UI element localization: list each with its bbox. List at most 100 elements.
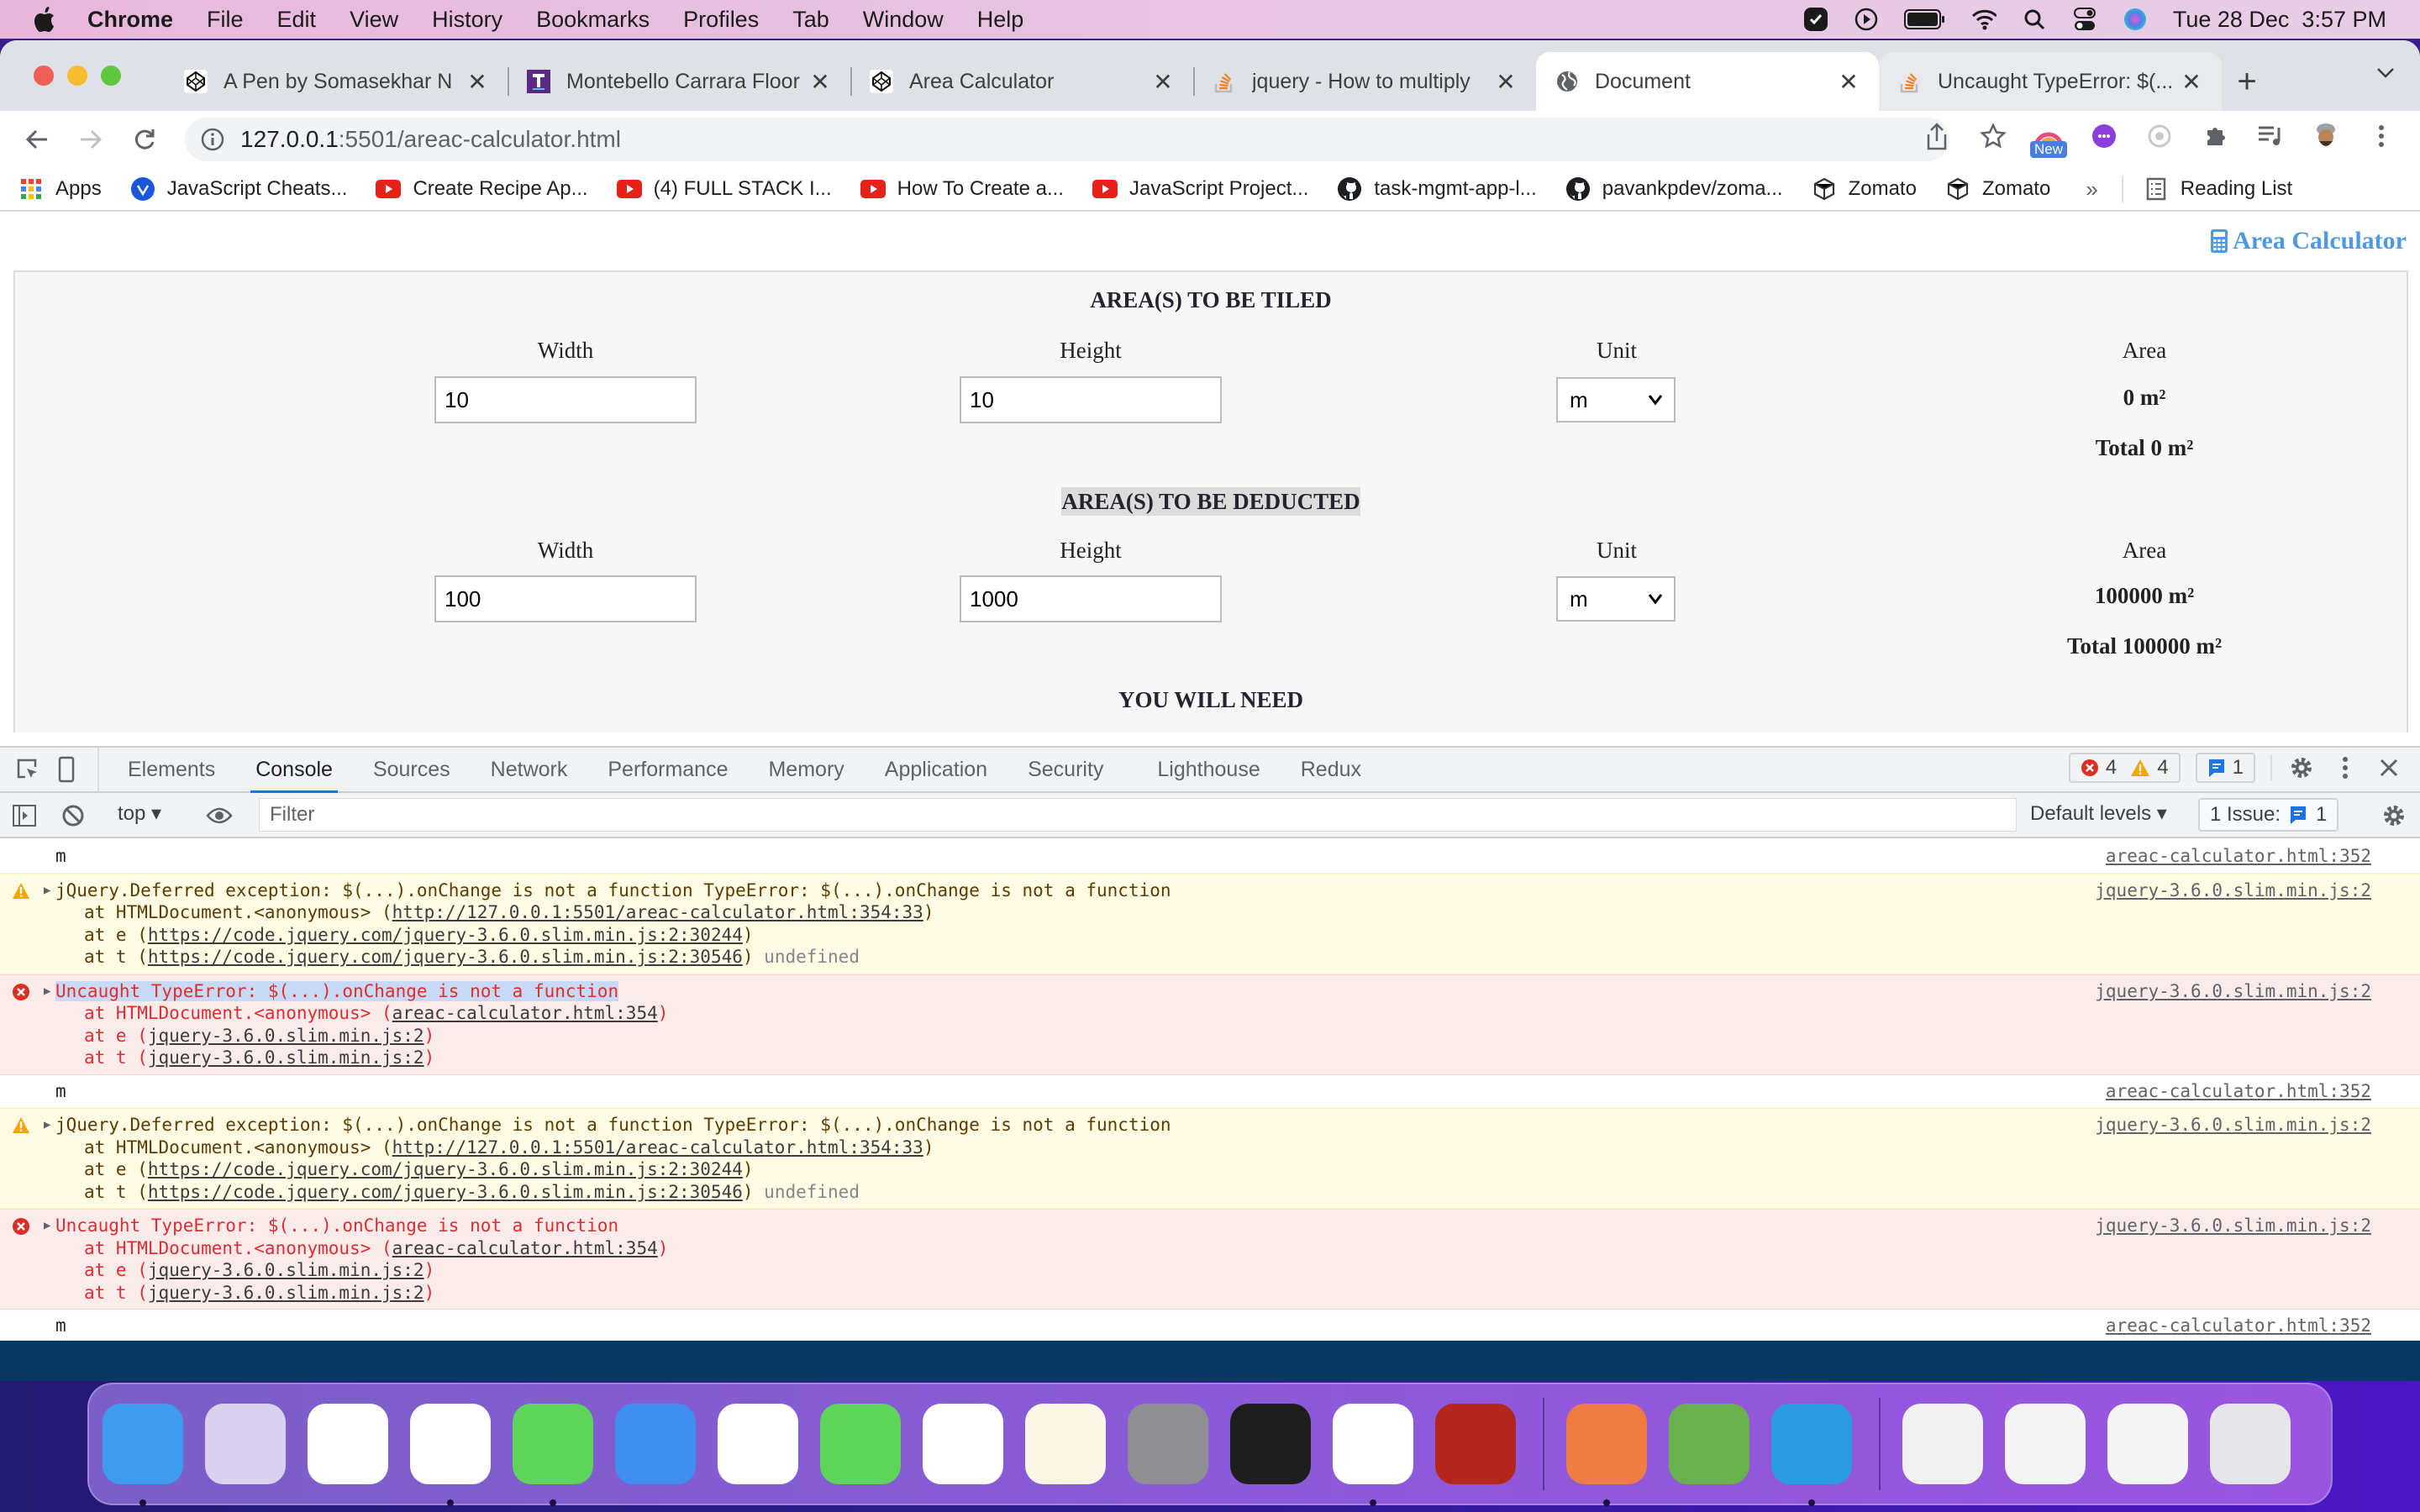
deducted-height-input[interactable]: 1000 bbox=[960, 575, 1222, 622]
stack-link[interactable]: jquery-3.6.0.slim.min.js:2 bbox=[148, 1283, 424, 1303]
bookmark-item[interactable]: pavankpdev/zoma... bbox=[1565, 176, 1783, 202]
source-link[interactable]: areac-calculator.html:352 bbox=[2106, 1080, 2371, 1103]
console-output[interactable]: m areac-calculator.html:352 ▶ jQuery.Deferr… bbox=[0, 840, 2420, 1381]
bookmark-item[interactable]: (4) FULL STACK I... bbox=[616, 176, 832, 202]
wifi-icon[interactable] bbox=[1971, 7, 1996, 32]
devtools-tab-lighthouse[interactable]: Lighthouse bbox=[1137, 747, 1280, 792]
bookmark-item[interactable]: JavaScript Project... bbox=[1092, 176, 1308, 202]
devtools-close-icon[interactable] bbox=[2375, 753, 2403, 782]
issues-counter[interactable]: 1 bbox=[2195, 753, 2255, 783]
stack-link[interactable]: https://code.jquery.com/jquery-3.6.0.sli… bbox=[148, 1182, 743, 1202]
brand-link[interactable]: Area Calculator bbox=[2211, 227, 2407, 255]
back-arrow-icon[interactable] bbox=[20, 123, 54, 156]
dock-launchpad-icon[interactable] bbox=[205, 1404, 286, 1484]
extension-ring-icon[interactable] bbox=[2144, 121, 2175, 151]
bookmark-item[interactable]: Zomato bbox=[1945, 176, 2050, 202]
extensions-puzzle-icon[interactable] bbox=[2200, 121, 2230, 151]
dock-chrome-icon[interactable] bbox=[410, 1404, 491, 1506]
tab-search-chevron-icon[interactable] bbox=[2376, 59, 2395, 85]
extension-rainbow-icon[interactable]: New bbox=[2030, 121, 2068, 158]
play-circle-icon[interactable] bbox=[1854, 7, 1879, 32]
browser-tab[interactable]: Area Calculator ✕ bbox=[850, 52, 1193, 111]
tab-close-icon[interactable]: ✕ bbox=[1494, 68, 1518, 96]
dock-robo-3t-icon[interactable] bbox=[1669, 1404, 1749, 1484]
tiled-unit-select[interactable]: m bbox=[1556, 377, 1676, 423]
stack-link[interactable]: https://code.jquery.com/jquery-3.6.0.sli… bbox=[148, 1159, 743, 1179]
menu-window[interactable]: Window bbox=[863, 7, 944, 33]
browser-tab[interactable]: Document ✕ bbox=[1536, 52, 1879, 111]
log-levels-dropdown[interactable]: Default levels ▾ bbox=[2030, 801, 2167, 826]
menu-help[interactable]: Help bbox=[977, 7, 1024, 33]
bookmark-star-icon[interactable] bbox=[1980, 123, 2007, 155]
browser-tab[interactable]: Montebello Carrara Floor ✕ bbox=[508, 52, 850, 111]
menu-history[interactable]: History bbox=[432, 7, 502, 33]
expand-triangle-icon[interactable]: ▶ bbox=[44, 879, 50, 902]
dock-vscode-icon[interactable] bbox=[1333, 1404, 1413, 1506]
menubar-clock[interactable]: Tue 28 Dec 3:57 PM bbox=[2173, 7, 2386, 33]
devtools-tab-application[interactable]: Application bbox=[865, 747, 1007, 792]
console-message-log[interactable]: m areac-calculator.html:352 bbox=[0, 1310, 2420, 1343]
bookmark-item[interactable]: How To Create a... bbox=[860, 176, 1064, 202]
dock-reminders-icon[interactable] bbox=[923, 1404, 1003, 1484]
bookmark-item[interactable]: task-mgmt-app-l... bbox=[1337, 176, 1537, 202]
dock-photos-icon[interactable] bbox=[718, 1404, 798, 1484]
stack-link[interactable]: areac-calculator.html:354 bbox=[392, 1003, 658, 1023]
zoom-window-button[interactable] bbox=[101, 66, 121, 86]
menu-view[interactable]: View bbox=[350, 7, 398, 33]
site-info-icon[interactable] bbox=[200, 127, 225, 152]
dock-system-preferences-icon[interactable] bbox=[1128, 1404, 1208, 1484]
source-link[interactable]: jquery-3.6.0.slim.min.js:2 bbox=[2095, 1215, 2371, 1237]
console-message-log[interactable]: m areac-calculator.html:352 bbox=[0, 1074, 2420, 1108]
profile-avatar[interactable] bbox=[2311, 121, 2341, 151]
source-link[interactable]: jquery-3.6.0.slim.min.js:2 bbox=[2095, 879, 2371, 902]
show-sidebar-icon[interactable] bbox=[10, 801, 39, 830]
issues-button[interactable]: 1 Issue: 1 bbox=[2198, 798, 2339, 832]
tiled-width-input[interactable]: 10 bbox=[434, 376, 697, 423]
bookmark-item[interactable]: JavaScript Cheats... bbox=[130, 176, 347, 202]
dock-terminal-icon[interactable] bbox=[1230, 1404, 1311, 1484]
source-link[interactable]: jquery-3.6.0.slim.min.js:2 bbox=[2095, 980, 2371, 1003]
context-selector[interactable]: top ▾ bbox=[118, 801, 161, 826]
browser-tab[interactable]: A Pen by Somasekhar N ✕ bbox=[165, 52, 508, 111]
dock-mail-icon[interactable] bbox=[615, 1404, 696, 1484]
devtools-tab-network[interactable]: Network bbox=[471, 747, 588, 792]
reading-list-button[interactable]: Reading List bbox=[2144, 176, 2292, 202]
inspect-element-icon[interactable] bbox=[13, 755, 42, 784]
devtools-tab-security[interactable]: Security bbox=[1007, 747, 1123, 792]
source-link[interactable]: areac-calculator.html:352 bbox=[2106, 1315, 2371, 1337]
chrome-menu-kebab-icon[interactable] bbox=[2366, 121, 2396, 151]
forward-arrow-icon[interactable] bbox=[74, 123, 108, 156]
dock-recent-window-messages-icon[interactable] bbox=[2005, 1404, 2086, 1484]
tab-close-icon[interactable]: ✕ bbox=[466, 68, 489, 96]
devtools-tab-redux[interactable]: Redux bbox=[1281, 747, 1381, 792]
dock-messages-icon[interactable] bbox=[513, 1404, 593, 1506]
devtools-tab-memory[interactable]: Memory bbox=[748, 747, 864, 792]
bookmark-item[interactable]: Create Recipe Ap... bbox=[376, 176, 588, 202]
dock-skype-icon[interactable] bbox=[1771, 1404, 1852, 1506]
tab-close-icon[interactable]: ✕ bbox=[808, 68, 832, 96]
expand-triangle-icon[interactable]: ▶ bbox=[44, 1114, 50, 1137]
extension-purple-icon[interactable] bbox=[2089, 121, 2119, 151]
console-message-error[interactable]: ▶ Uncaught TypeError: $(...).onChange is … bbox=[0, 1209, 2420, 1310]
stack-link[interactable]: http://127.0.0.1:5501/areac-calculator.h… bbox=[392, 1137, 923, 1158]
spotlight-search-icon[interactable] bbox=[2022, 7, 2047, 32]
media-control-icon[interactable] bbox=[2255, 121, 2286, 151]
console-message-error[interactable]: ▶ Uncaught TypeError: $(...).onChange is … bbox=[0, 974, 2420, 1075]
dock-facetime-icon[interactable] bbox=[820, 1404, 901, 1484]
dock-iconjar-folder-icon[interactable] bbox=[1902, 1404, 1983, 1484]
deducted-width-input[interactable]: 100 bbox=[434, 575, 697, 622]
stack-link[interactable]: areac-calculator.html:354 bbox=[392, 1238, 658, 1258]
dock-postman-icon[interactable] bbox=[1566, 1404, 1647, 1506]
reload-icon[interactable] bbox=[128, 123, 161, 156]
tab-close-icon[interactable]: ✕ bbox=[2180, 68, 2203, 96]
dock-filezilla-icon[interactable] bbox=[1435, 1404, 1516, 1484]
apple-menu-icon[interactable] bbox=[34, 6, 59, 33]
source-link[interactable]: jquery-3.6.0.slim.min.js:2 bbox=[2095, 1114, 2371, 1137]
bookmark-item[interactable]: Zomato bbox=[1812, 176, 1917, 202]
menu-profiles[interactable]: Profiles bbox=[683, 7, 759, 33]
stack-link[interactable]: jquery-3.6.0.slim.min.js:2 bbox=[148, 1047, 424, 1068]
tab-close-icon[interactable]: ✕ bbox=[1837, 68, 1860, 96]
close-window-button[interactable] bbox=[34, 66, 54, 86]
devtools-tab-sources[interactable]: Sources bbox=[353, 747, 471, 792]
console-message-warn[interactable]: ▶jQuery.Deferred exception: $(...).onCha… bbox=[0, 873, 2420, 974]
